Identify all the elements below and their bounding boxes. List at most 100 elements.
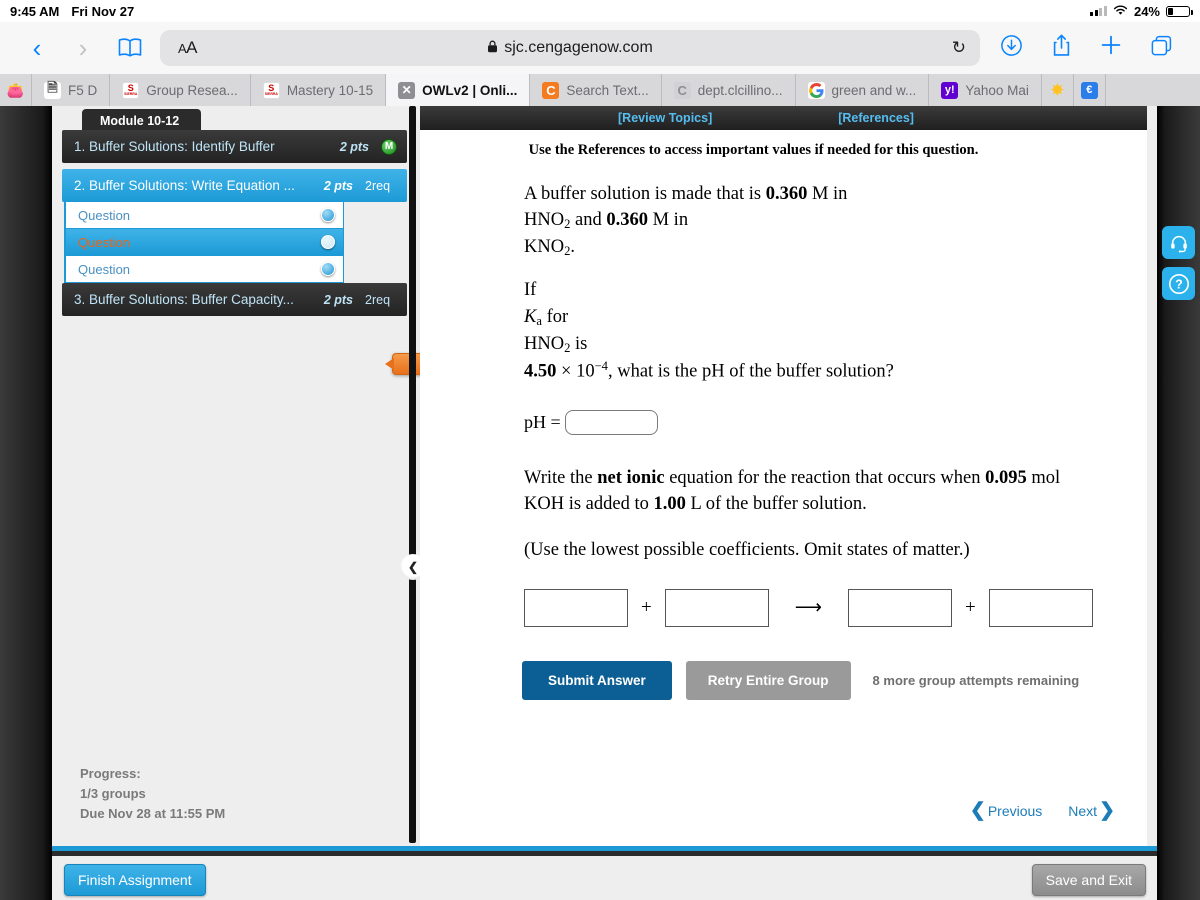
- battery-percent: 24%: [1133, 3, 1160, 19]
- tab-search-text[interactable]: C Search Text...: [530, 74, 662, 106]
- status-date: Fri Nov 27: [71, 3, 135, 19]
- formula-ka: K: [524, 306, 537, 327]
- tab-label: F5 D: [68, 82, 98, 98]
- question-status-dot-icon: [321, 208, 335, 222]
- owlv2-app: Module 10-12 1. Buffer Solutions: Identi…: [52, 106, 1157, 900]
- address-bar[interactable]: AA sjc.cengagenow.com ↻: [160, 30, 980, 66]
- review-topics-link[interactable]: [Review Topics]: [618, 111, 712, 125]
- question-navigation: ❮ Previous Next ❯: [970, 799, 1115, 822]
- group-required: 2req: [365, 178, 391, 193]
- p3-mol-value: 0.095: [985, 468, 1027, 489]
- tab-group-research[interactable]: S SIERRA Group Resea...: [110, 74, 251, 106]
- chevron-left-icon: ❮: [969, 800, 986, 821]
- p3-part-d: is added to: [564, 494, 654, 515]
- equation-reactant-2-input[interactable]: [664, 588, 769, 627]
- group-list: 1. Buffer Solutions: Identify Buffer 2 p…: [62, 130, 407, 316]
- question-paragraph-1: A buffer solution is made that is 0.360 …: [444, 181, 1123, 384]
- tab-owlv2[interactable]: ✕ OWLv2 | Onli...: [386, 74, 531, 106]
- use-references-note: Use the References to access important v…: [528, 142, 979, 158]
- tab-label: Mastery 10-15: [286, 82, 374, 98]
- help-question-icon[interactable]: ?: [1162, 267, 1195, 300]
- group-points: 2 pts: [339, 139, 369, 154]
- question-label: Question: [78, 207, 131, 223]
- p1-part-a: A buffer solution is made that is: [524, 184, 766, 204]
- tab-f5d[interactable]: 🗎 F5 D: [32, 74, 111, 106]
- plus-sign-1: +: [641, 596, 652, 618]
- retry-entire-group-button[interactable]: Retry Entire Group: [685, 660, 851, 700]
- chevron-left-icon: ❮: [407, 560, 419, 574]
- question-panel-header: [Review Topics] [References]: [420, 106, 1147, 130]
- svg-text:?: ?: [1175, 277, 1183, 291]
- assignment-footer: Finish Assignment Save and Exit: [52, 856, 1157, 900]
- panel-divider[interactable]: [409, 106, 416, 843]
- forward-button[interactable]: ›: [60, 35, 106, 61]
- browser-tab-strip: 👛 🗎 F5 D S SIERRA Group Resea... S SIERRA …: [0, 74, 1200, 106]
- times-sign: ×: [561, 360, 577, 381]
- share-icon[interactable]: [1036, 33, 1086, 63]
- p1-conc1: 0.360: [765, 184, 808, 204]
- tab-dept-clcillinois[interactable]: C dept.clcillino...: [661, 74, 796, 106]
- tab-extra[interactable]: €: [1073, 74, 1106, 106]
- headset-support-icon[interactable]: [1162, 226, 1195, 259]
- status-time: 9:45 AM: [10, 3, 60, 19]
- bookmarks-icon[interactable]: [106, 37, 154, 59]
- p3-part-c: mol: [1026, 468, 1061, 489]
- p1-part-b: M in: [807, 184, 848, 204]
- chevron-right-icon: ❯: [1099, 800, 1115, 821]
- question-row-2[interactable]: Question: [66, 229, 344, 256]
- p1-conc2: 0.360: [606, 210, 648, 231]
- tab-label: Yahoo Mai: [965, 82, 1029, 98]
- walmart-spark-icon: ✸: [1051, 82, 1064, 99]
- tab-label: Group Resea...: [146, 82, 238, 98]
- group-item-2[interactable]: 2. Buffer Solutions: Write Equation ... …: [62, 169, 407, 202]
- p3-part-a: Write the: [524, 468, 598, 489]
- formula-hno2-2: HNO2: [524, 333, 571, 355]
- p2-if: If: [524, 280, 537, 301]
- question-status-dot-icon: [321, 235, 335, 249]
- finish-assignment-button[interactable]: Finish Assignment: [64, 864, 206, 896]
- ph-input[interactable]: [564, 410, 658, 436]
- p3-volume: 1.00: [653, 494, 686, 515]
- question-row-1[interactable]: Question: [66, 202, 344, 229]
- question-body: Use the References to access important v…: [420, 130, 1147, 700]
- reload-icon[interactable]: ↻: [952, 38, 966, 58]
- text-size-button[interactable]: AA: [178, 38, 198, 58]
- references-link[interactable]: [References]: [838, 111, 914, 125]
- previous-label: Previous: [987, 802, 1043, 819]
- action-button-row: Submit Answer Retry Entire Group 8 more …: [444, 660, 1123, 700]
- question-status-dot-icon: [321, 262, 335, 276]
- sierra-icon: S SIERRA: [262, 81, 280, 99]
- document-icon: 🗎: [44, 80, 61, 99]
- next-button[interactable]: Next ❯: [1068, 799, 1115, 822]
- group-item-3[interactable]: 3. Buffer Solutions: Buffer Capacity... …: [62, 283, 407, 316]
- tab-green-and-w[interactable]: green and w...: [795, 74, 930, 106]
- tab-walmart[interactable]: ✸: [1041, 74, 1074, 106]
- equation-reactant-1-input[interactable]: [524, 588, 628, 627]
- downloads-icon[interactable]: [986, 34, 1036, 63]
- page-viewport: Module 10-12 1. Buffer Solutions: Identi…: [0, 106, 1200, 900]
- group-item-1[interactable]: 1. Buffer Solutions: Identify Buffer 2 p…: [62, 130, 407, 163]
- question-row-3[interactable]: Question: [66, 256, 344, 283]
- save-and-exit-button[interactable]: Save and Exit: [1031, 864, 1146, 896]
- group-title: 1. Buffer Solutions: Identify Buffer: [74, 139, 275, 154]
- equation-product-2-input[interactable]: [988, 588, 1093, 627]
- tab-yahoo-mail[interactable]: y! Yahoo Mai: [929, 74, 1042, 106]
- tabs-overview-icon[interactable]: [1136, 34, 1186, 63]
- submit-answer-button[interactable]: Submit Answer: [522, 660, 672, 700]
- equation-product-1-input[interactable]: [847, 588, 952, 627]
- tab-pinned-bag[interactable]: 👛: [0, 74, 32, 106]
- sierra-icon: S SIERRA: [122, 81, 140, 99]
- group-title: 3. Buffer Solutions: Buffer Capacity...: [74, 292, 294, 307]
- ios-status-bar: 9:45 AM Fri Nov 27 24%: [0, 0, 1200, 22]
- formula-kno2: KNO2.: [524, 237, 576, 259]
- question-paragraph-3: (Use the lowest possible coefficients. O…: [524, 539, 970, 560]
- new-tab-icon[interactable]: [1086, 34, 1136, 62]
- back-button[interactable]: ‹: [14, 35, 60, 61]
- previous-button[interactable]: ❮ Previous: [970, 799, 1042, 822]
- wifi-icon: [1113, 4, 1128, 19]
- reaction-arrow-icon: ⟶: [794, 597, 822, 619]
- next-label: Next: [1068, 802, 1098, 819]
- plus-sign-2: +: [964, 596, 976, 618]
- tab-mastery[interactable]: S SIERRA Mastery 10-15: [250, 74, 387, 106]
